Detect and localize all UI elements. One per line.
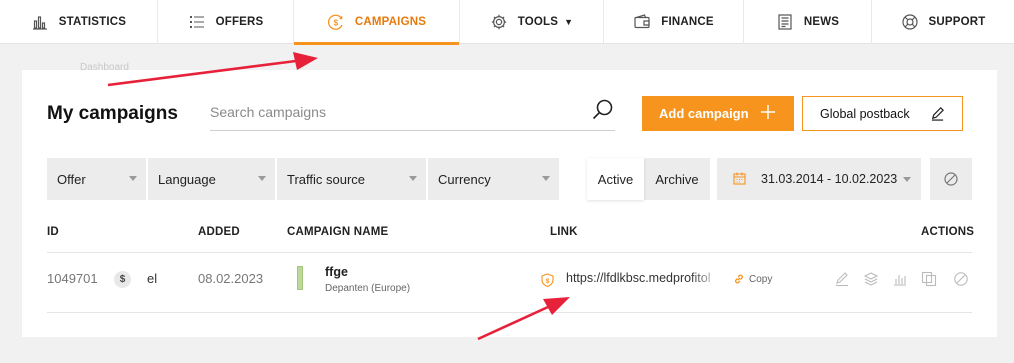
wallet-icon <box>634 14 650 29</box>
nav-statistics-label: STATISTICS <box>58 16 127 28</box>
nav-news-label: NEWS <box>803 16 840 28</box>
date-range-value: 31.03.2014 - 10.02.2023 <box>761 172 898 186</box>
bar-chart-icon <box>32 16 47 30</box>
campaign-id: 1049701 <box>47 271 98 286</box>
disable-icon[interactable] <box>953 271 969 287</box>
campaign-added-date: 08.02.2023 <box>198 271 264 286</box>
campaigns-card: My campaigns Add campaign Global postbac… <box>22 70 997 337</box>
status-tabs: Active Archive <box>587 158 710 200</box>
search-icon[interactable] <box>591 98 615 122</box>
add-campaign-button[interactable]: Add campaign <box>642 96 794 131</box>
campaign-coin-icon: $ <box>327 14 343 30</box>
campaign-language: el <box>147 271 158 286</box>
tab-archive[interactable]: Archive <box>644 158 710 200</box>
column-header-campaign-name[interactable]: CAMPAIGN NAME <box>287 226 388 238</box>
date-range-picker[interactable]: 31.03.2014 - 10.02.2023 <box>717 158 921 200</box>
currency-filter[interactable]: Currency <box>428 158 559 200</box>
nav-finance[interactable]: FINANCE <box>604 0 744 44</box>
nav-tools[interactable]: TOOLS ▼ <box>460 0 604 44</box>
shield-icon: $ <box>541 273 554 287</box>
column-header-actions: ACTIONS <box>921 226 975 238</box>
header-divider <box>47 252 972 253</box>
nav-tools-label: TOOLS <box>517 16 559 28</box>
language-filter-label: Language <box>158 171 216 187</box>
reset-icon <box>944 172 958 186</box>
currency-badge: $ <box>114 271 131 288</box>
global-postback-label: Global postback <box>820 106 910 121</box>
nav-support[interactable]: SUPPORT <box>872 0 1014 44</box>
traffic-source-filter-label: Traffic source <box>287 171 366 187</box>
add-campaign-label: Add campaign <box>659 106 749 121</box>
campaign-name[interactable]: ffge <box>325 265 348 279</box>
language-filter[interactable]: Language <box>148 158 275 200</box>
row-divider <box>47 312 972 313</box>
nav-support-label: SUPPORT <box>928 16 986 28</box>
nav-offers[interactable]: OFFERS <box>158 0 294 44</box>
plus-icon <box>761 105 775 119</box>
chevron-down-icon <box>258 176 266 181</box>
nav-campaigns[interactable]: $ CAMPAIGNS <box>294 0 460 45</box>
nav-news[interactable]: NEWS <box>744 0 872 44</box>
stats-icon[interactable] <box>892 271 908 287</box>
column-header-id[interactable]: ID <box>47 226 59 238</box>
offer-filter[interactable]: Offer <box>47 158 146 200</box>
offer-filter-label: Offer <box>57 171 86 187</box>
list-icon <box>189 16 204 28</box>
link-icon <box>735 274 743 284</box>
chevron-down-icon <box>542 176 550 181</box>
gear-icon <box>491 14 506 30</box>
search-input[interactable] <box>210 104 580 120</box>
layers-icon[interactable] <box>863 271 879 287</box>
traffic-source-filter[interactable]: Traffic source <box>277 158 426 200</box>
campaign-offer: Depanten (Europe) <box>325 283 411 294</box>
currency-filter-label: Currency <box>438 171 491 187</box>
nav-finance-label: FINANCE <box>661 16 714 28</box>
chevron-down-icon <box>409 176 417 181</box>
duplicate-icon[interactable] <box>921 271 937 287</box>
nav-offers-label: OFFERS <box>215 16 264 28</box>
page-title: My campaigns <box>47 103 178 124</box>
pencil-icon <box>931 107 944 121</box>
column-header-added[interactable]: ADDED <box>198 226 240 238</box>
copy-link-button[interactable]: Copy <box>733 273 772 285</box>
search-box <box>210 96 615 131</box>
newspaper-icon <box>778 14 792 30</box>
nav-statistics[interactable]: STATISTICS <box>0 0 158 44</box>
reset-filters-button[interactable] <box>930 158 972 200</box>
edit-icon[interactable] <box>834 271 850 287</box>
calendar-icon <box>733 172 746 185</box>
svg-text:$: $ <box>334 18 339 27</box>
campaign-link[interactable]: https://lfdlkbsc.medprofitol <box>566 271 722 285</box>
tab-active[interactable]: Active <box>587 158 644 200</box>
top-navigation: STATISTICS OFFERS $ CAMPAIGNS TOOLS ▼ FI… <box>0 0 1014 45</box>
copy-label: Copy <box>749 273 773 285</box>
column-header-link: LINK <box>550 226 578 238</box>
svg-text:$: $ <box>546 278 550 285</box>
global-postback-button[interactable]: Global postback <box>802 96 963 131</box>
lifebuoy-icon <box>901 14 918 30</box>
nav-campaigns-label: CAMPAIGNS <box>354 16 427 28</box>
chevron-down-icon <box>903 177 911 182</box>
offer-thumbnail <box>297 266 303 290</box>
chevron-down-icon <box>129 176 137 181</box>
chevron-down-icon: ▼ <box>564 17 574 27</box>
